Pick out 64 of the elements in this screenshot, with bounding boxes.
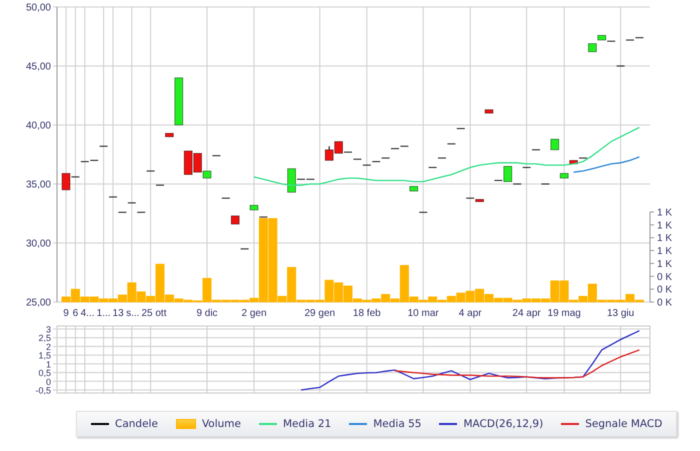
axis-label: 1,5 [38, 350, 51, 361]
axis-label: 30,00 [26, 238, 51, 250]
candle [410, 186, 418, 192]
axis-label: 1 [46, 359, 51, 370]
axis-label: 25 ott [141, 308, 166, 319]
axis-label: 0 K [657, 272, 672, 283]
axis-label: 1 K [657, 233, 672, 244]
volume-bar [466, 290, 475, 302]
candle [230, 216, 240, 224]
axis-label: 6 [72, 308, 78, 319]
legend-label: Volume [202, 418, 241, 430]
axis-label: 10 mar [408, 308, 439, 319]
axis-label: 40,00 [26, 120, 51, 132]
legend-line [561, 423, 580, 425]
axis-label: 24 apr [512, 308, 541, 319]
axis-label: 0 K [657, 298, 672, 308]
legend-label: Segnale MACD [585, 418, 662, 430]
axis-label: 9 dic [196, 308, 218, 319]
candle [324, 146, 334, 161]
axis-label: 3 [46, 324, 51, 334]
candle [184, 150, 192, 175]
axis-label: 0,5 [38, 368, 51, 378]
legend-line [259, 423, 277, 425]
legend-line [349, 423, 368, 425]
volume-bar [334, 282, 344, 302]
legend-line [91, 423, 109, 425]
volume-bar [456, 292, 466, 302]
axis-label: 0 [46, 376, 51, 387]
candle [550, 138, 560, 150]
axis-label: 2,5 [38, 333, 51, 344]
axis-label: 1 K [657, 258, 672, 270]
candle [250, 204, 258, 210]
axis-label: 50,00 [26, 2, 51, 14]
legend-line [439, 423, 458, 425]
legend-label: Media 55 [373, 418, 422, 430]
axis-label: s... [126, 308, 140, 319]
axis-label: 0 K [657, 284, 672, 296]
axis-label: 1 K [657, 220, 672, 232]
candle [484, 109, 494, 114]
axis-label: 1 K [657, 208, 672, 218]
axis-label: -0,5 [35, 386, 51, 396]
axis-label: 4... [80, 308, 95, 319]
axis-label: 18 feb [352, 308, 381, 319]
axis-label: 13 giu [606, 308, 634, 319]
axis-label: 25,00 [26, 298, 51, 308]
legend-label: Media 21 [283, 418, 332, 430]
axis-label: 29 gen [304, 308, 336, 319]
axis-label: 4 apr [458, 308, 482, 319]
axis-label: 13 [112, 308, 124, 319]
legend-label: MACD(26,12,9) [463, 418, 544, 430]
axis-label: 35,00 [26, 180, 51, 190]
axis-label: 2 [46, 342, 51, 352]
axis-label: 1... [96, 308, 111, 319]
legend-swatch [176, 419, 196, 429]
legend-label: Candele [115, 418, 158, 430]
axis-label: 19 mag [548, 308, 581, 319]
axis-label: 1 K [657, 246, 672, 258]
axis-label: 45,00 [26, 62, 51, 72]
candle [560, 173, 568, 178]
axis-label: 2 gen [241, 308, 267, 319]
candle [165, 132, 174, 138]
axis-label: 9 [63, 308, 69, 319]
candle [588, 43, 597, 52]
candle [174, 78, 184, 126]
